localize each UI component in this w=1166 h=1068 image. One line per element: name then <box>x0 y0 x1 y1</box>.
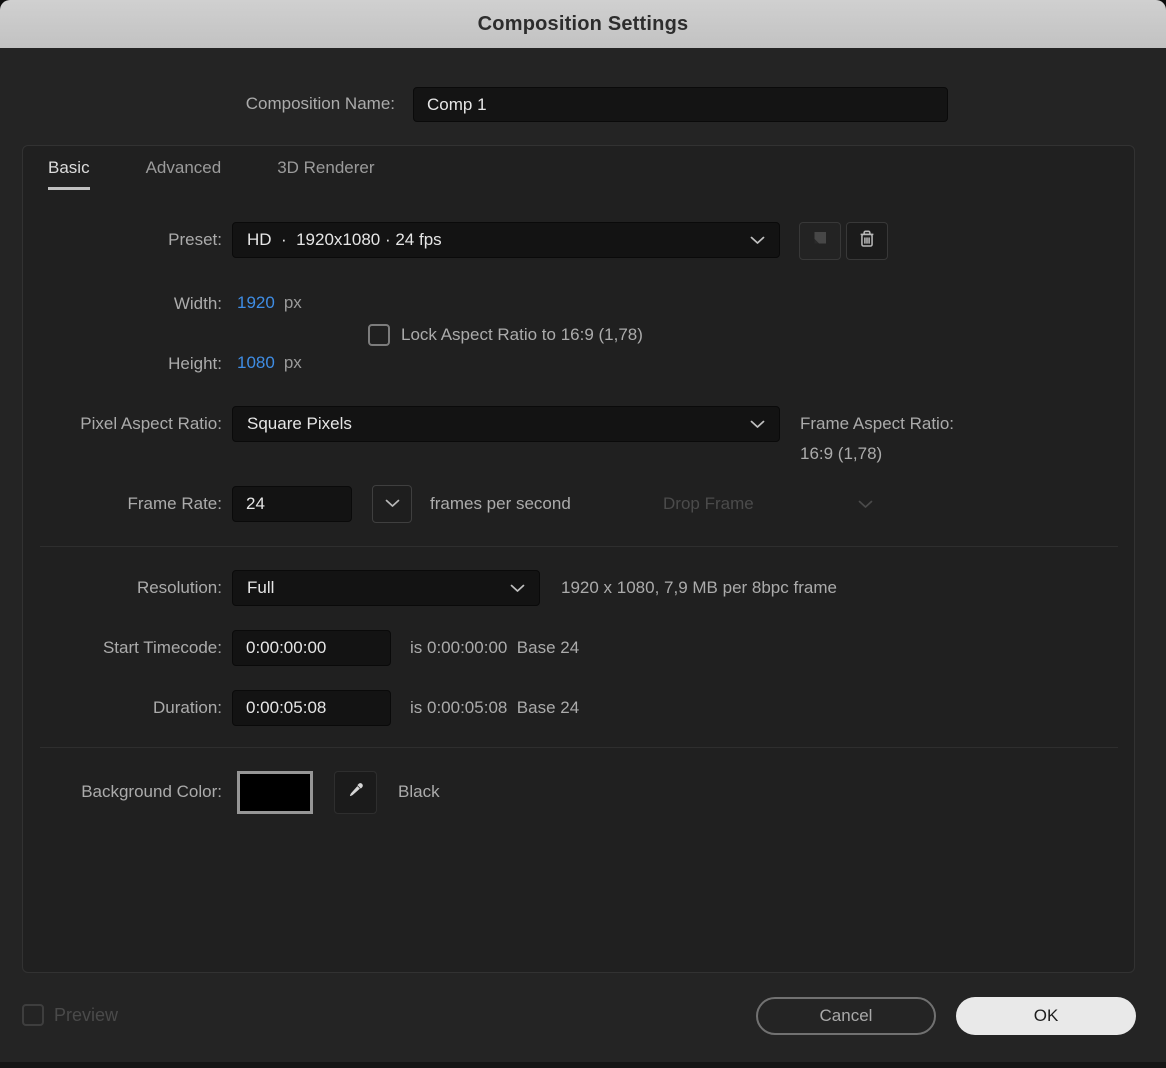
resolution-value: Full <box>247 578 275 597</box>
frames-per-second-label: frames per second <box>430 494 571 513</box>
window-bottom-edge <box>0 1062 1166 1068</box>
section-divider <box>40 747 1118 748</box>
cancel-button-label: Cancel <box>819 1006 873 1025</box>
height-unit: px <box>283 353 302 372</box>
start-timecode-info: is 0:00:00:00 Base 24 <box>410 638 580 657</box>
height-value[interactable]: 1080 <box>237 353 275 373</box>
save-preset-button[interactable] <box>799 222 841 260</box>
tab-3d-renderer[interactable]: 3D Renderer <box>277 158 374 190</box>
lock-aspect-ratio-checkbox[interactable] <box>368 324 390 346</box>
frame-rate-label: Frame Rate: <box>127 494 222 513</box>
chevron-down-icon <box>750 230 765 250</box>
preset-label: Preset: <box>168 230 222 249</box>
section-divider <box>40 546 1118 547</box>
cancel-button[interactable]: Cancel <box>756 997 936 1035</box>
duration-input[interactable] <box>232 690 391 726</box>
ok-button[interactable]: OK <box>956 997 1136 1035</box>
settings-panel <box>22 145 1135 973</box>
tab-basic[interactable]: Basic <box>48 158 90 190</box>
preview-checkbox <box>22 1004 44 1026</box>
width-label: Width: <box>173 294 222 313</box>
eyedropper-button[interactable] <box>334 771 377 814</box>
dialog-titlebar[interactable]: Composition Settings <box>0 0 1166 48</box>
pixel-aspect-ratio-label: Pixel Aspect Ratio: <box>80 414 222 433</box>
resolution-dropdown[interactable]: Full <box>232 570 540 606</box>
resolution-label: Resolution: <box>136 578 222 597</box>
delete-preset-button[interactable] <box>846 222 888 260</box>
composition-name-input[interactable] <box>413 87 948 122</box>
composition-settings-dialog: Composition Settings Composition Name: B… <box>0 0 1166 1068</box>
tab-bar: Basic Advanced 3D Renderer <box>48 158 375 190</box>
background-color-name: Black <box>398 782 440 801</box>
trash-icon <box>856 228 878 255</box>
chevron-down-icon <box>510 578 525 598</box>
preset-value: HD · 1920x1080 · 24 fps <box>247 230 442 249</box>
start-timecode-input[interactable] <box>232 630 391 666</box>
ok-button-label: OK <box>1033 1006 1059 1025</box>
duration-label: Duration: <box>153 698 222 717</box>
width-unit: px <box>283 293 302 312</box>
preview-label: Preview <box>54 1005 119 1025</box>
height-label: Height: <box>168 354 222 373</box>
chevron-down-icon <box>385 495 400 513</box>
composition-name-label: Composition Name: <box>245 94 395 113</box>
pixel-aspect-ratio-value: Square Pixels <box>247 414 352 433</box>
lock-aspect-ratio-label: Lock Aspect Ratio to 16:9 (1,78) <box>401 325 643 344</box>
save-preset-icon <box>809 228 831 255</box>
height-value-row: 1080 px <box>237 353 302 373</box>
frame-aspect-ratio-label: Frame Aspect Ratio: <box>800 414 955 433</box>
width-value-row: 1920 px <box>237 293 302 313</box>
frame-aspect-ratio-block: Frame Aspect Ratio: 16:9 (1,78) <box>800 409 954 469</box>
start-timecode-label: Start Timecode: <box>102 638 222 657</box>
tab-advanced[interactable]: Advanced <box>146 158 222 190</box>
duration-info: is 0:00:05:08 Base 24 <box>410 698 580 717</box>
preset-dropdown[interactable]: HD · 1920x1080 · 24 fps <box>232 222 780 258</box>
background-color-swatch[interactable] <box>237 771 313 814</box>
drop-frame-value: Drop Frame <box>663 494 754 513</box>
eyedropper-icon <box>345 779 367 806</box>
chevron-down-icon <box>858 494 873 514</box>
frame-rate-preset-button[interactable] <box>372 485 412 523</box>
background-color-label: Background Color: <box>81 782 222 801</box>
pixel-aspect-ratio-dropdown[interactable]: Square Pixels <box>232 406 780 442</box>
frame-aspect-ratio-value: 16:9 (1,78) <box>800 444 883 463</box>
frame-rate-input[interactable] <box>232 486 352 522</box>
resolution-info: 1920 x 1080, 7,9 MB per 8bpc frame <box>561 578 837 597</box>
chevron-down-icon <box>750 414 765 434</box>
dialog-title: Composition Settings <box>477 12 689 35</box>
drop-frame-dropdown: Drop Frame <box>648 486 888 522</box>
width-value[interactable]: 1920 <box>237 293 275 313</box>
